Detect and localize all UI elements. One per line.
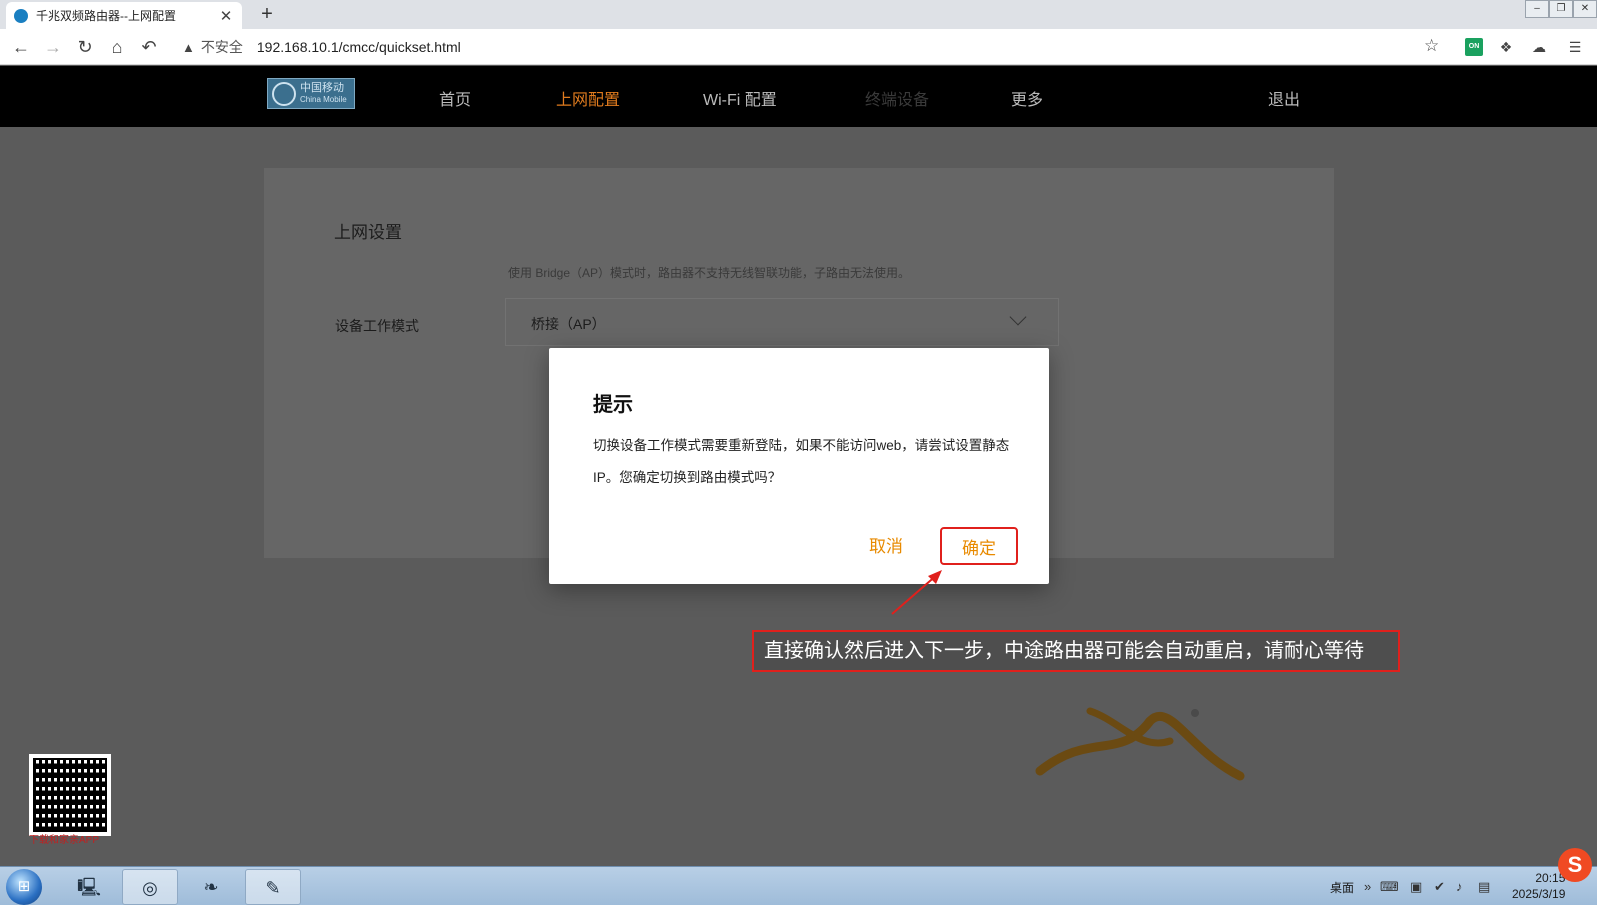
logo-text: 中国移动	[300, 82, 344, 94]
logo-mark-icon	[272, 82, 296, 106]
router-topnav: 中国移动 China Mobile 首页 上网配置 Wi-Fi 配置 终端设备 …	[0, 66, 1597, 127]
network-icon[interactable]: ▤	[1478, 879, 1490, 895]
work-mode-select[interactable]: 桥接（AP）	[505, 298, 1059, 346]
work-mode-label: 设备工作模式	[335, 318, 419, 334]
close-window-icon[interactable]: ✕	[1573, 0, 1597, 18]
undo-icon[interactable]: ↶	[138, 36, 160, 58]
star-icon[interactable]: ☆	[1424, 36, 1439, 56]
security-shield-icon[interactable]: ✔	[1434, 879, 1445, 895]
clock-date: 2025/3/19	[1512, 887, 1566, 901]
qr-pattern	[33, 758, 107, 832]
forward-icon[interactable]: →	[42, 36, 64, 58]
dialog-message: 切换设备工作模式需要重新登陆，如果不能访问web，请尝试设置静态IP。您确定切换…	[593, 438, 1010, 485]
cancel-button[interactable]: 取消	[869, 532, 903, 557]
download-icon[interactable]: ☁	[1530, 38, 1548, 56]
display-icon[interactable]: ▣	[1410, 879, 1422, 895]
tutorial-annotation: 直接确认然后进入下一步，中途路由器可能会自动重启，请耐心等待	[752, 630, 1400, 672]
nav-devices[interactable]: 终端设备	[865, 86, 929, 110]
window-controls: – ❐ ✕	[1525, 0, 1597, 18]
back-icon[interactable]: ←	[10, 36, 32, 58]
decorative-brush-art	[1035, 707, 1245, 781]
nav-more[interactable]: 更多	[1011, 86, 1043, 110]
confirm-button[interactable]: 确定	[940, 527, 1018, 565]
nav-logout[interactable]: 退出	[1268, 86, 1300, 110]
bridge-hint: 使用 Bridge（AP）模式时，路由器不支持无线智联功能，子路由无法使用。	[508, 266, 911, 280]
browser-taskbar-icon[interactable]: ◎	[122, 869, 178, 905]
keyboard-icon[interactable]: ⌨	[1380, 879, 1399, 895]
section-title: 上网设置	[334, 223, 402, 242]
tab-close-icon[interactable]: ✕	[218, 7, 234, 25]
notepad-icon[interactable]: ✎	[245, 869, 301, 905]
annotation-arrow-icon	[891, 570, 942, 615]
extensions-icon[interactable]: ❖	[1497, 38, 1515, 56]
menu-icon[interactable]: ☰	[1566, 38, 1584, 56]
volume-icon[interactable]: ♪	[1456, 879, 1463, 894]
start-button-icon[interactable]: ⊞	[6, 869, 42, 905]
tab-title: 千兆双频路由器--上网配置	[36, 9, 176, 23]
nav-home[interactable]: 首页	[439, 86, 471, 110]
home-icon[interactable]: ⌂	[106, 36, 128, 58]
work-mode-value: 桥接（AP）	[531, 316, 606, 332]
system-clock[interactable]: 20:15 2025/3/19	[1512, 870, 1565, 902]
logo-en: China Mobile	[300, 95, 347, 104]
reload-icon[interactable]: ↻	[74, 36, 96, 58]
restore-icon[interactable]: ❐	[1549, 0, 1573, 18]
nav-wifi-config[interactable]: Wi-Fi 配置	[703, 86, 777, 110]
sogou-ime-icon[interactable]: S	[1558, 848, 1592, 882]
address-bar[interactable]: ▲ 不安全 192.168.10.1/cmcc/quickset.html	[172, 32, 1442, 62]
browser-toolbar: ← → ↻ ⌂ ↶ ▲ 不安全 192.168.10.1/cmcc/quicks…	[0, 29, 1597, 65]
nav-internet-config[interactable]: 上网配置	[556, 86, 620, 110]
new-tab-button[interactable]: +	[256, 3, 278, 26]
browser-tab[interactable]: 千兆双频路由器--上网配置 ✕	[6, 2, 242, 29]
extension-on-icon[interactable]: ON	[1465, 38, 1483, 56]
minimize-icon[interactable]: –	[1525, 0, 1549, 18]
favicon-icon	[14, 8, 28, 23]
feather-app-icon[interactable]: ❧	[183, 869, 239, 905]
chevron-down-icon	[1009, 308, 1027, 326]
windows-taskbar: ⊞ 🖳 ◎ ❧ ✎ 桌面 » ⌨ ▣ ✔ ♪ ▤ 20:15 2025/3/19	[0, 866, 1597, 905]
clock-time: 20:15	[1535, 871, 1566, 885]
china-mobile-logo[interactable]: 中国移动 China Mobile	[267, 78, 355, 109]
security-label: 不安全	[200, 39, 243, 55]
dialog-title: 提示	[593, 394, 633, 416]
warning-icon: ▲	[182, 39, 195, 55]
app-qr-code	[29, 754, 111, 836]
confirm-dialog: 提示 切换设备工作模式需要重新登陆，如果不能访问web，请尝试设置静态IP。您确…	[549, 348, 1049, 584]
qr-caption: 下载和家亲APP	[29, 835, 100, 846]
url-text[interactable]: 192.168.10.1/cmcc/quickset.html	[257, 39, 461, 55]
desktop-toolbar-label[interactable]: 桌面	[1330, 879, 1354, 896]
expand-tray-icon[interactable]: »	[1364, 879, 1371, 894]
computer-icon[interactable]: 🖳	[61, 869, 117, 905]
browser-tabbar: 千兆双频路由器--上网配置 ✕ + – ❐ ✕	[0, 0, 1597, 29]
